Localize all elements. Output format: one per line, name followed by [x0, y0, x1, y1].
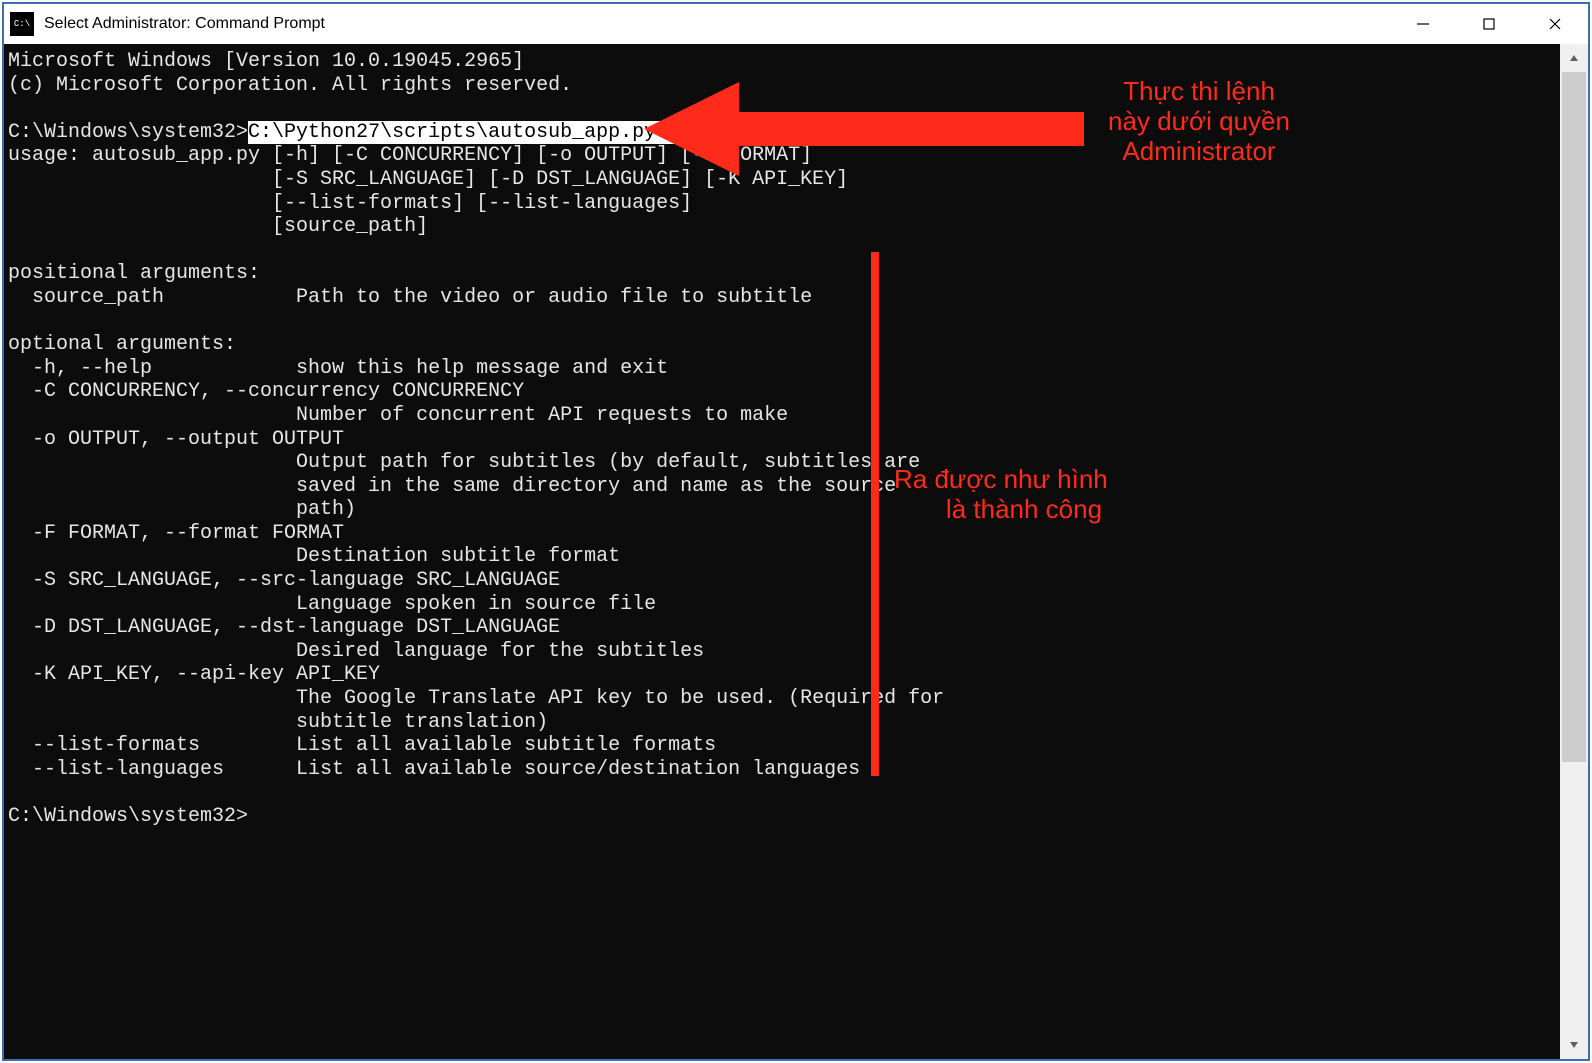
- opt-s2: Language spoken in source file: [8, 593, 656, 616]
- opt-f1: -F FORMAT, --format FORMAT: [8, 522, 344, 545]
- scroll-down-arrow[interactable]: [1560, 1031, 1588, 1059]
- line-os-version: Microsoft Windows [Version 10.0.19045.29…: [8, 50, 524, 73]
- opt-o2: Output path for subtitles (by default, s…: [8, 451, 920, 474]
- titlebar[interactable]: C:\ Select Administrator: Command Prompt: [4, 4, 1588, 44]
- opt-s1: -S SRC_LANGUAGE, --src-language SRC_LANG…: [8, 569, 560, 592]
- pos-source: source_path Path to the video or audio f…: [8, 286, 812, 309]
- opt-k3: subtitle translation): [8, 711, 548, 734]
- opt-h: -h, --help show this help message and ex…: [8, 357, 668, 380]
- opt-k1: -K API_KEY, --api-key API_KEY: [8, 663, 380, 686]
- window-title: Select Administrator: Command Prompt: [44, 15, 1390, 33]
- scroll-thumb[interactable]: [1562, 72, 1586, 762]
- close-button[interactable]: [1522, 4, 1588, 44]
- maximize-button[interactable]: [1456, 4, 1522, 44]
- prompt-1-command: C:\Python27\scripts\autosub_app.py -h: [248, 121, 692, 144]
- prompt-2: C:\Windows\system32>: [8, 805, 248, 828]
- opt-k2: The Google Translate API key to be used.…: [8, 687, 944, 710]
- opt-header: optional arguments:: [8, 333, 236, 356]
- scrollbar[interactable]: [1560, 44, 1588, 1059]
- opt-ll: --list-languages List all available sour…: [8, 758, 860, 781]
- window-controls: [1390, 4, 1588, 44]
- opt-d1: -D DST_LANGUAGE, --dst-language DST_LANG…: [8, 616, 560, 639]
- line-copyright: (c) Microsoft Corporation. All rights re…: [8, 74, 572, 97]
- scroll-up-arrow[interactable]: [1560, 44, 1588, 72]
- usage-4: [source_path]: [8, 215, 428, 238]
- opt-f2: Destination subtitle format: [8, 545, 620, 568]
- terminal[interactable]: Microsoft Windows [Version 10.0.19045.29…: [4, 44, 1560, 1059]
- usage-3: [--list-formats] [--list-languages]: [8, 192, 692, 215]
- usage-2: [-S SRC_LANGUAGE] [-D DST_LANGUAGE] [-K …: [8, 168, 848, 191]
- window-frame: C:\ Select Administrator: Command Prompt…: [2, 2, 1590, 1061]
- opt-d2: Desired language for the subtitles: [8, 640, 704, 663]
- opt-c2: Number of concurrent API requests to mak…: [8, 404, 788, 427]
- opt-c1: -C CONCURRENCY, --concurrency CONCURRENC…: [8, 380, 524, 403]
- opt-o1: -o OUTPUT, --output OUTPUT: [8, 428, 344, 451]
- opt-o4: path): [8, 498, 356, 521]
- cmd-icon-label: C:\: [14, 12, 30, 36]
- terminal-container: Microsoft Windows [Version 10.0.19045.29…: [4, 44, 1588, 1059]
- pos-header: positional arguments:: [8, 262, 260, 285]
- opt-o3: saved in the same directory and name as …: [8, 475, 896, 498]
- prompt-1-prefix: C:\Windows\system32>: [8, 121, 248, 144]
- minimize-button[interactable]: [1390, 4, 1456, 44]
- scroll-track[interactable]: [1560, 72, 1588, 1031]
- usage-1: usage: autosub_app.py [-h] [-C CONCURREN…: [8, 144, 812, 167]
- cmd-icon: C:\: [10, 12, 34, 36]
- opt-lf: --list-formats List all available subtit…: [8, 734, 716, 757]
